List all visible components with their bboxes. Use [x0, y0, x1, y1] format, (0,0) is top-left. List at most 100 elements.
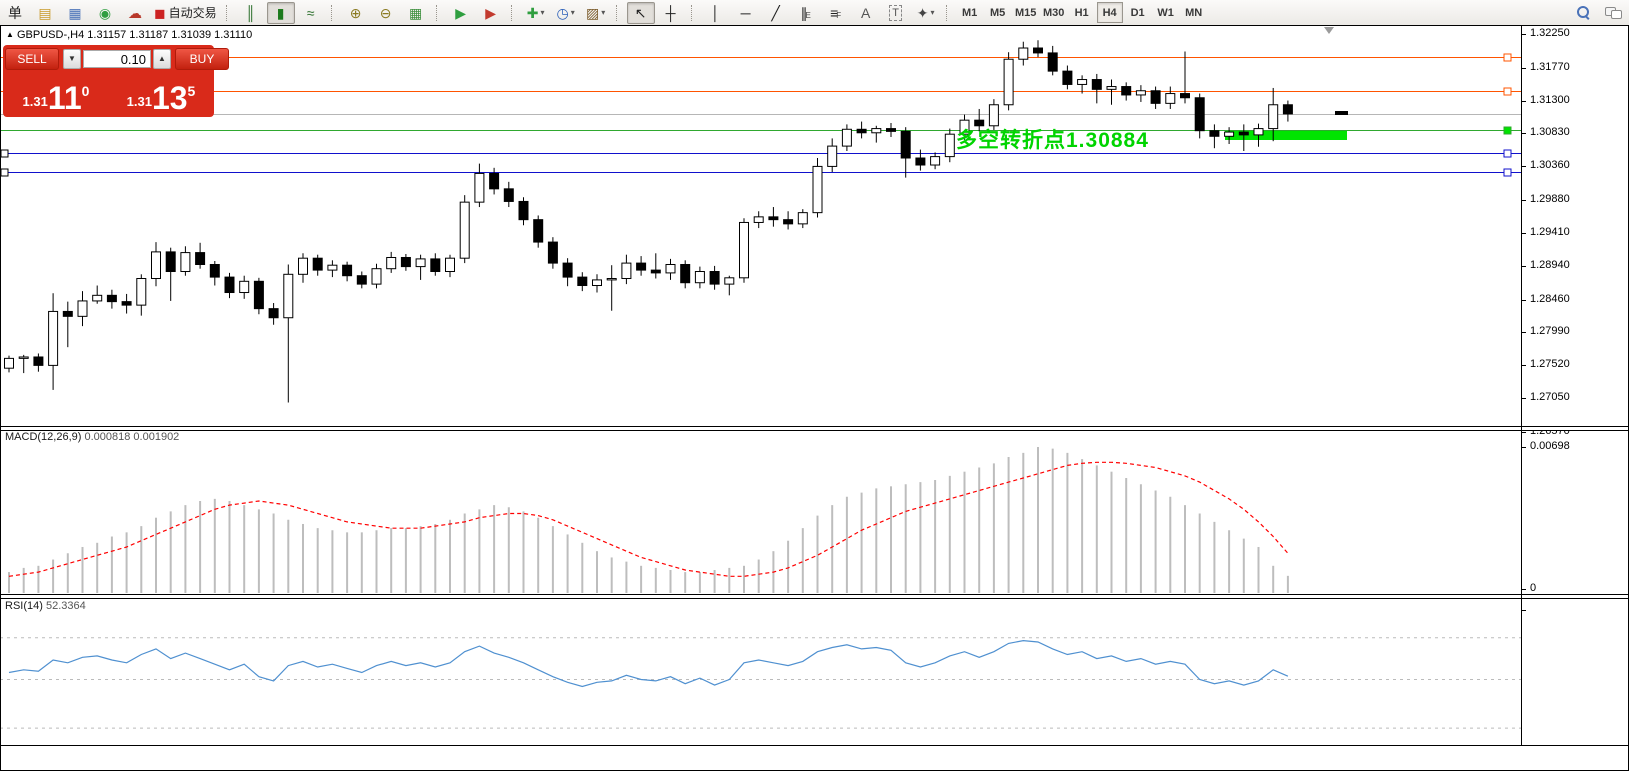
charts-journal-icon[interactable]: ▤ — [31, 2, 59, 24]
indicators-button[interactable]: ✚▾ — [522, 2, 550, 24]
chart-title: ▲ GBPUSD-,H4 1.31157 1.31187 1.31039 1.3… — [6, 29, 252, 41]
timeframe-m30[interactable]: M30 — [1041, 2, 1067, 23]
candlestick-chart-icon: ▮ — [277, 6, 285, 20]
volume-input[interactable] — [83, 50, 151, 68]
candle — [1269, 105, 1278, 129]
terminal-window-icon[interactable]: ▦ — [61, 2, 89, 24]
candle — [607, 279, 616, 280]
terminal-window-icon: ▦ — [68, 6, 81, 20]
templates-button[interactable]: ▨▾ — [582, 2, 610, 24]
candle — [1210, 131, 1219, 137]
fibonacci-icon[interactable]: ≡F — [822, 2, 850, 24]
chart-shift-icon[interactable]: ▶ — [477, 2, 505, 24]
line-handle[interactable] — [1504, 169, 1511, 176]
volume-increase-button[interactable]: ▲ — [153, 49, 171, 69]
periods-button[interactable]: ◷▾ — [552, 2, 580, 24]
autoscroll-icon[interactable]: ▶ — [447, 2, 475, 24]
line-handle[interactable] — [1, 150, 8, 157]
candle — [401, 257, 410, 266]
market-cloud-icon[interactable]: ☁ — [121, 2, 149, 24]
zoom-in-icon[interactable]: ⊕ — [342, 2, 370, 24]
timeframe-d1[interactable]: D1 — [1125, 2, 1151, 23]
y-tick-label: 1.30360 — [1530, 159, 1570, 171]
candle — [372, 269, 381, 284]
price-axis[interactable]: 1.322501.317701.313001.308301.303601.298… — [1522, 25, 1629, 746]
signals-icon[interactable]: ◉ — [91, 2, 119, 24]
rsi-pane[interactable] — [0, 598, 1521, 745]
main-chart[interactable] — [0, 26, 1521, 426]
horizontal-line-icon[interactable]: ─ — [732, 2, 760, 24]
arrows-icon[interactable]: ✦▾ — [912, 2, 940, 24]
timeframe-w1[interactable]: W1 — [1153, 2, 1179, 23]
toolbar-separator — [511, 5, 518, 21]
volume-decrease-button[interactable]: ▼ — [63, 49, 81, 69]
text-label-icon[interactable]: T — [882, 2, 910, 24]
sell-price-tile[interactable]: 1.31110 — [5, 73, 107, 115]
chat-icon[interactable] — [1605, 6, 1621, 18]
macd-zero-label: 0 — [1530, 582, 1536, 594]
chart-shift-marker[interactable] — [1324, 27, 1334, 34]
pane-separator[interactable] — [0, 426, 1629, 431]
y-tick — [1522, 266, 1526, 267]
bar-chart-icon[interactable]: ║ — [237, 2, 265, 24]
candle — [5, 358, 14, 368]
zoom-out-icon[interactable]: ⊖ — [372, 2, 400, 24]
line-handle[interactable] — [1, 169, 8, 176]
candle — [240, 281, 249, 292]
pane-separator[interactable] — [0, 594, 1629, 599]
candle — [1225, 132, 1234, 136]
line-handle[interactable] — [1504, 150, 1511, 157]
buy-button[interactable]: BUY — [175, 48, 229, 70]
line-handle[interactable] — [1504, 127, 1511, 134]
timeframe-m5[interactable]: M5 — [985, 2, 1011, 23]
one-click-trading-panel: SELL ▼ ▲ BUY 1.31110 1.31135 — [3, 45, 214, 117]
text-icon[interactable]: A — [852, 2, 880, 24]
turning-point-annotation[interactable]: 多空转折点1.30884 — [956, 124, 1149, 154]
candle — [1122, 87, 1131, 95]
cursor-icon[interactable]: ↖ — [627, 2, 655, 24]
timeframe-m15[interactable]: M15 — [1013, 2, 1039, 23]
trendline-icon[interactable]: ╱ — [762, 2, 790, 24]
tile-windows-icon[interactable]: ▦ — [402, 2, 430, 24]
candle — [19, 357, 28, 358]
candle — [1078, 80, 1087, 85]
y-tick — [1522, 332, 1526, 333]
candle — [651, 270, 660, 273]
crosshair-icon[interactable]: ┼ — [657, 2, 685, 24]
candle — [137, 279, 146, 306]
candle — [313, 258, 322, 270]
candlestick-chart-icon[interactable]: ▮ — [267, 2, 295, 24]
templates-button: ▨ — [586, 6, 599, 20]
new-order-button[interactable]: 单 — [1, 2, 29, 24]
y-tick — [1522, 300, 1526, 301]
candle — [798, 213, 807, 224]
vertical-line-icon: │ — [711, 6, 720, 20]
candle — [769, 217, 778, 220]
candle — [519, 201, 528, 219]
y-tick-label: 1.30830 — [1530, 126, 1570, 138]
macd-pane[interactable] — [0, 429, 1521, 593]
sell-button[interactable]: SELL — [5, 48, 59, 70]
candle — [931, 157, 940, 165]
candle — [78, 301, 87, 316]
vertical-line-icon[interactable]: │ — [702, 2, 730, 24]
timeframe-mn[interactable]: MN — [1181, 2, 1207, 23]
autotrading-button[interactable]: ◼自动交易 — [151, 2, 220, 24]
candle — [945, 134, 954, 156]
candle — [1107, 87, 1116, 90]
time-axis[interactable] — [0, 746, 1629, 771]
y-tick — [1522, 365, 1526, 366]
line-chart-icon[interactable]: ≈ — [297, 2, 325, 24]
chevron-down-icon: ▾ — [601, 8, 605, 17]
equidistant-channel-icon[interactable]: ∥E — [792, 2, 820, 24]
line-handle[interactable] — [1504, 54, 1511, 61]
search-icon[interactable] — [1577, 6, 1589, 18]
candle — [578, 277, 587, 285]
timeframe-h1[interactable]: H1 — [1069, 2, 1095, 23]
symbol-marker-icon: ▲ — [6, 30, 14, 39]
candle — [1136, 91, 1145, 95]
buy-price-tile[interactable]: 1.31135 — [110, 73, 212, 115]
timeframe-h4[interactable]: H4 — [1097, 2, 1123, 23]
timeframe-m1[interactable]: M1 — [957, 2, 983, 23]
line-handle[interactable] — [1504, 88, 1511, 95]
